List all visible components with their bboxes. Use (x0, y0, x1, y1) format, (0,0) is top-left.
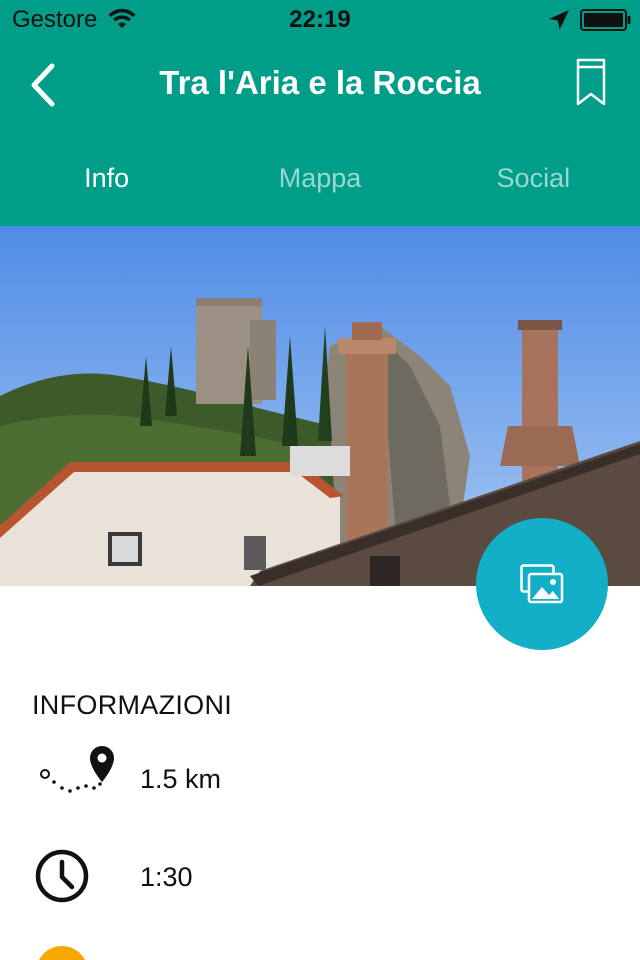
chevron-left-icon (31, 63, 55, 107)
duration-value: 1:30 (140, 862, 193, 892)
route-distance-icon (40, 746, 114, 793)
tab-social[interactable]: Social (427, 150, 640, 210)
info-row-icon-partial (36, 946, 88, 960)
bookmark-button[interactable] (574, 58, 608, 108)
page-title: Tra l'Aria e la Roccia (159, 64, 481, 101)
info-row-duration: 1:30 (0, 842, 640, 912)
tab-info[interactable]: Info (0, 150, 213, 210)
gallery-button[interactable] (476, 518, 608, 650)
status-bar: Gestore 22:19 (0, 0, 640, 40)
photo-gallery-icon (520, 564, 564, 604)
clock-icon (35, 849, 89, 903)
bookmark-icon (576, 58, 606, 106)
location-arrow-icon (549, 10, 569, 30)
tab-mappa[interactable]: Mappa (213, 150, 426, 210)
info-row-distance: 1.5 km (0, 744, 640, 814)
info-section-heading: INFORMAZIONI (32, 690, 233, 720)
tab-bar: Info Mappa Social (0, 150, 640, 210)
distance-value: 1.5 km (140, 764, 222, 794)
status-time: 22:19 (289, 6, 351, 33)
nav-bar: Tra l'Aria e la Roccia (0, 40, 640, 130)
screen: Gestore 22:19 Tra l'Aria e la Roccia Inf… (0, 0, 640, 960)
header: Gestore 22:19 Tra l'Aria e la Roccia Inf… (0, 0, 640, 226)
battery-icon (580, 9, 631, 31)
back-button[interactable] (22, 58, 72, 112)
